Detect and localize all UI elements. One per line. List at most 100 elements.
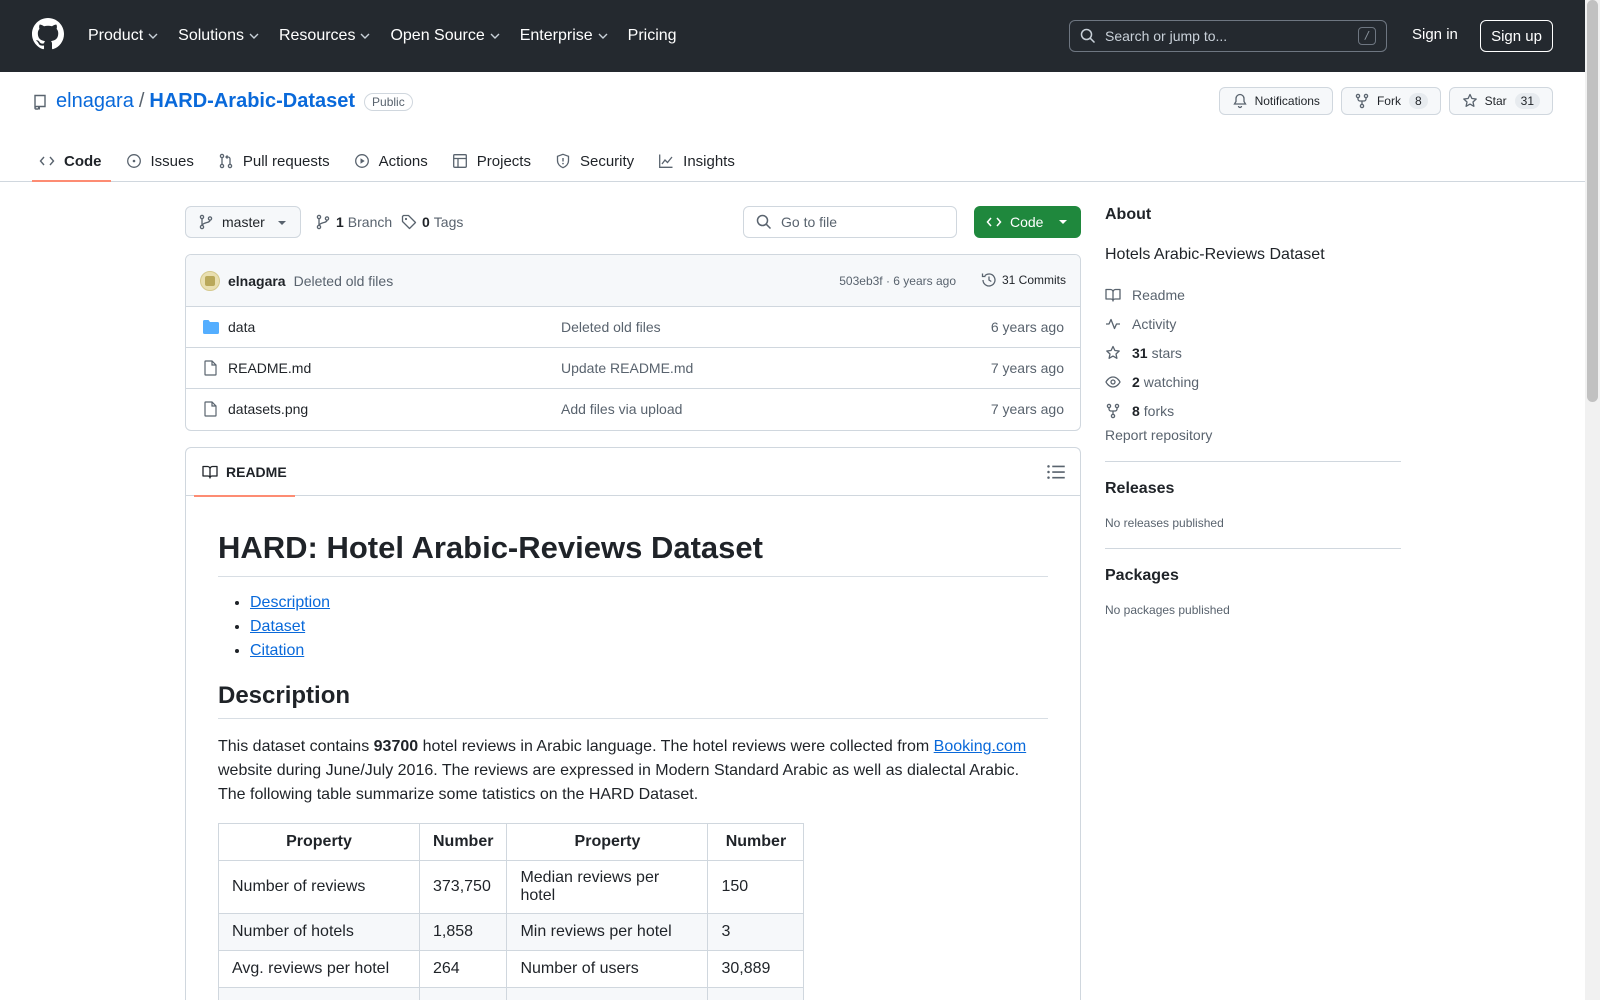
global-header: Product Solutions Resources Open Source …: [0, 0, 1585, 72]
tab-issues[interactable]: Issues: [119, 144, 203, 178]
main-column: master 1 Branch 0 Tags Go to file Code e…: [185, 206, 1081, 1000]
nav-resources[interactable]: Resources: [279, 27, 370, 45]
star-button[interactable]: Star 31: [1448, 87, 1553, 115]
file-commit-message[interactable]: Update README.md: [561, 360, 693, 376]
readme-toc: Description Dataset Citation: [218, 594, 1048, 660]
latest-commit-bar: elnagara Deleted old files 503eb3f · 6 y…: [186, 255, 1080, 307]
global-search-input[interactable]: Search or jump to... /: [1069, 20, 1387, 52]
table-cell: [506, 987, 709, 1000]
branch-select-button[interactable]: master: [185, 206, 301, 238]
github-logo-icon[interactable]: [32, 18, 64, 50]
readme-link[interactable]: Readme: [1105, 280, 1401, 309]
book-icon: [202, 465, 218, 479]
toc-link-citation[interactable]: Citation: [250, 642, 304, 659]
outline-list-icon[interactable]: [1046, 462, 1066, 482]
nav-open-source[interactable]: Open Source: [390, 27, 500, 45]
chevron-down-icon: [148, 33, 158, 39]
branches-link[interactable]: 1 Branch: [315, 206, 392, 238]
table-icon: [452, 154, 467, 168]
activity-link[interactable]: Activity: [1105, 309, 1401, 338]
table-cell: 150: [707, 860, 805, 914]
tab-insights[interactable]: Insights: [651, 144, 744, 178]
tab-label: Pull requests: [242, 152, 330, 170]
tab-actions[interactable]: Actions: [347, 144, 437, 178]
file-commit-message[interactable]: Add files via upload: [561, 401, 682, 417]
tab-pull-requests[interactable]: Pull requests: [211, 144, 339, 178]
tab-projects[interactable]: Projects: [445, 144, 540, 178]
nav-enterprise[interactable]: Enterprise: [520, 27, 608, 45]
fork-counter: 8: [1408, 93, 1428, 109]
go-to-file-input[interactable]: Go to file: [743, 206, 957, 238]
notifications-button[interactable]: Notifications: [1218, 87, 1333, 115]
nav-solutions[interactable]: Solutions: [178, 27, 259, 45]
code-dropdown-button[interactable]: Code: [974, 206, 1081, 238]
code-button-label: Code: [1010, 214, 1044, 230]
repo-owner-link[interactable]: elnagara: [56, 90, 134, 113]
forks-count: 8: [1132, 402, 1140, 419]
graph-icon: [659, 154, 673, 168]
report-repository-link[interactable]: Report repository: [1105, 427, 1401, 443]
toc-link-dataset[interactable]: Dataset: [250, 618, 305, 635]
sign-up-button[interactable]: Sign up: [1480, 20, 1553, 52]
file-toolbar: master 1 Branch 0 Tags Go to file Code: [185, 206, 1081, 238]
page-scrollbar[interactable]: [1585, 0, 1600, 1000]
repo-name-link[interactable]: HARD-Arabic-Dataset: [149, 90, 355, 113]
table-row: data Deleted old files 6 years ago: [186, 307, 1080, 348]
commits-history-link[interactable]: 31 Commits: [981, 272, 1066, 288]
table-cell: 30,889: [707, 950, 805, 988]
sign-in-link[interactable]: Sign in: [1412, 26, 1458, 43]
file-name-link[interactable]: README.md: [228, 360, 311, 376]
star-label: Star: [1484, 94, 1507, 108]
file-commit-date: 7 years ago: [990, 360, 1064, 376]
scrollbar-thumb[interactable]: [1587, 0, 1598, 402]
fork-button[interactable]: Fork 8: [1340, 87, 1441, 115]
code-icon: [986, 217, 1002, 227]
nav-pricing[interactable]: Pricing: [628, 27, 677, 45]
list-item: Citation: [250, 642, 1048, 660]
readme-tab[interactable]: README: [194, 448, 295, 497]
table-row: Number of hotels 1,858 Min reviews per h…: [218, 913, 805, 951]
tag-icon: [401, 214, 417, 230]
commit-hash-date[interactable]: 503eb3f · 6 years ago: [839, 274, 956, 288]
toc-link-description[interactable]: Description: [250, 594, 330, 611]
tab-security[interactable]: Security: [548, 144, 643, 178]
stars-count: 31: [1132, 344, 1148, 361]
tab-label: Actions: [378, 152, 428, 170]
fork-icon: [1106, 403, 1120, 418]
repo-tabs: Code Issues Pull requests Actions Projec…: [32, 144, 752, 182]
file-name-link[interactable]: data: [228, 319, 255, 335]
file-list: elnagara Deleted old files 503eb3f · 6 y…: [185, 254, 1081, 431]
stars-link[interactable]: 31 stars: [1105, 338, 1401, 367]
visibility-badge: Public: [364, 92, 413, 111]
list-item: Dataset: [250, 618, 1048, 636]
file-name-link[interactable]: datasets.png: [228, 401, 308, 417]
table-header: Number: [707, 823, 805, 861]
file-commit-message[interactable]: Deleted old files: [561, 319, 661, 335]
booking-link[interactable]: Booking.com: [934, 738, 1027, 755]
stars-label: stars: [1151, 344, 1182, 361]
tags-link[interactable]: 0 Tags: [401, 206, 463, 238]
packages-heading[interactable]: Packages: [1105, 567, 1401, 585]
branch-icon: [316, 214, 330, 230]
nav-product[interactable]: Product: [88, 27, 158, 45]
table-header: Property: [218, 823, 420, 861]
notifications-label: Notifications: [1254, 94, 1320, 108]
commit-message-link[interactable]: Deleted old files: [294, 273, 394, 289]
tab-code[interactable]: Code: [32, 144, 111, 182]
description-heading: Description: [218, 682, 1048, 719]
file-icon: [204, 401, 217, 417]
divider: [1105, 548, 1401, 549]
table-row: Number of reviews 373,750 Median reviews…: [218, 860, 805, 914]
commit-author-link[interactable]: elnagara: [228, 273, 286, 289]
paragraph-text: website during June/July 2016. The revie…: [218, 762, 1020, 803]
chevron-down-icon: [360, 33, 370, 39]
forks-link[interactable]: 8 forks: [1105, 396, 1401, 425]
statistics-table: Property Number Property Number Number o…: [218, 823, 805, 1000]
avatar[interactable]: [200, 270, 220, 291]
commits-count-label: 31 Commits: [1001, 273, 1066, 287]
releases-heading[interactable]: Releases: [1105, 480, 1401, 498]
readme-title: HARD: Hotel Arabic-Reviews Dataset: [218, 530, 1048, 577]
readme-content: HARD: Hotel Arabic-Reviews Dataset Descr…: [186, 496, 1080, 1000]
watchers-link[interactable]: 2 watching: [1105, 367, 1401, 396]
tab-label: Code: [64, 152, 102, 170]
